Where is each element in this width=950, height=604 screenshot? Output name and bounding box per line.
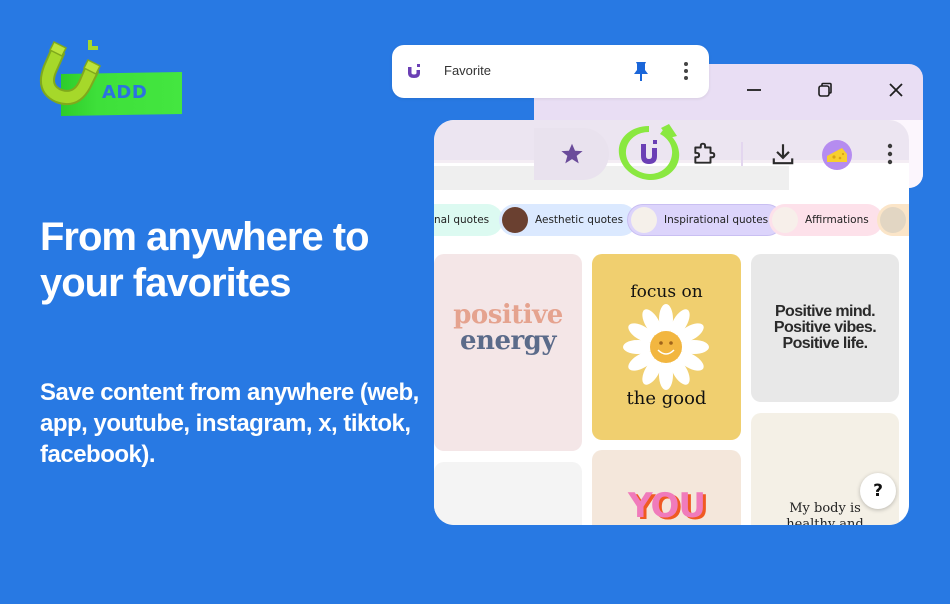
- profile-avatar[interactable]: [822, 140, 852, 170]
- tile-line-2: healthy and: [786, 517, 864, 525]
- chip-quotes[interactable]: nal quotes: [434, 204, 504, 236]
- tile-line-3: Positive life.: [782, 335, 869, 352]
- help-button[interactable]: ?: [860, 473, 896, 509]
- chip-thumbnail: [502, 207, 528, 233]
- close-icon[interactable]: [882, 76, 910, 104]
- puzzle-extensions-icon: [694, 142, 716, 164]
- download-button[interactable]: [768, 139, 798, 169]
- more-vertical-icon: [887, 143, 893, 165]
- magnet-icon: [405, 61, 425, 85]
- pin-focus-on-the-good[interactable]: focus on the good: [592, 254, 741, 440]
- magnet-extension-icon: [618, 124, 680, 180]
- chip-label: Aesthetic quotes: [535, 214, 624, 226]
- tile-line-1: Positive mind.: [774, 303, 876, 320]
- star-icon: [560, 143, 583, 164]
- pin-positive-mind[interactable]: Positive mind. Positive vibes. Positive …: [751, 254, 899, 402]
- chip-more[interactable]: [877, 204, 909, 236]
- tile-line-2: energy: [460, 326, 556, 356]
- category-chips: nal quotes Aesthetic quotes Inspirationa…: [434, 204, 909, 236]
- favorite-tab[interactable]: Favorite: [392, 45, 709, 98]
- minimize-icon[interactable]: [740, 76, 768, 104]
- search-field[interactable]: [434, 166, 789, 190]
- more-vertical-icon[interactable]: [683, 61, 689, 85]
- chip-thumbnail: [631, 207, 657, 233]
- bookmark-star-button[interactable]: [534, 128, 609, 180]
- favorite-label: Favorite: [444, 63, 491, 78]
- pin-icon[interactable]: [632, 61, 650, 87]
- chip-label: Affirmations: [805, 214, 869, 226]
- tile-line-2: Positive vibes.: [773, 319, 877, 336]
- tape-label: ADD: [102, 82, 148, 103]
- window-controls: [740, 76, 910, 104]
- pin-placeholder[interactable]: [434, 462, 582, 525]
- smiling-daisy-icon: [623, 304, 709, 390]
- tile-text: Positive mind. Positive vibes. Positive …: [751, 304, 899, 352]
- hero-subtitle: Save content from anywhere (web, app, yo…: [40, 379, 419, 468]
- chip-inspirational-quotes[interactable]: Inspirational quotes: [627, 204, 784, 236]
- chip-label: Inspirational quotes: [664, 214, 769, 226]
- tile-text: YOU: [628, 486, 706, 525]
- add-logo: ADD: [38, 36, 188, 118]
- chip-aesthetic-quotes[interactable]: Aesthetic quotes: [499, 204, 638, 236]
- download-icon: [772, 144, 794, 165]
- tile-text: positive energy: [434, 302, 582, 354]
- chip-thumbnail: [772, 207, 798, 233]
- pin-you[interactable]: YOU: [592, 450, 741, 525]
- chip-thumbnail: [880, 207, 906, 233]
- hero-title: From anywhere to your favorites: [40, 215, 370, 305]
- tile-top-text: focus on: [630, 282, 703, 302]
- restore-icon[interactable]: [811, 76, 839, 104]
- extensions-button[interactable]: [689, 139, 719, 169]
- chip-label: nal quotes: [434, 214, 490, 226]
- tile-bottom-text: the good: [626, 388, 707, 409]
- profile-avatar-icon: [827, 148, 847, 162]
- chip-affirmations[interactable]: Affirmations: [769, 204, 883, 236]
- tile-line-1: positive: [453, 300, 563, 330]
- toolbar-divider: [741, 142, 743, 166]
- pin-positive-energy[interactable]: positive energy: [434, 254, 582, 451]
- browser-menu-button[interactable]: [880, 140, 900, 168]
- magnet-extension-button[interactable]: [613, 122, 685, 184]
- magnet-icon: [40, 40, 102, 106]
